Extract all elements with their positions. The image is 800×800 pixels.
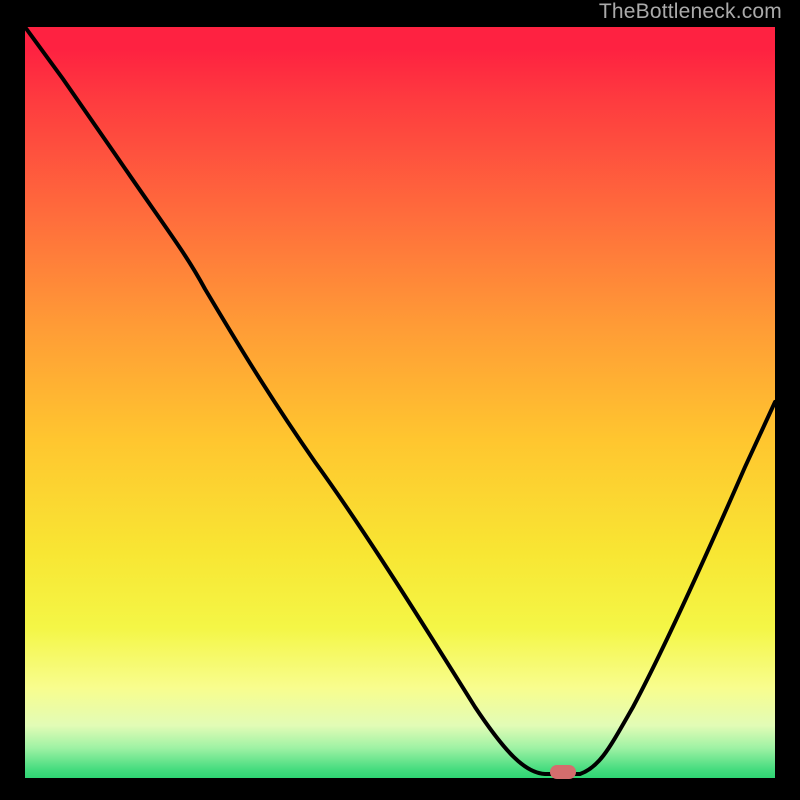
- optimum-marker: [550, 765, 576, 779]
- watermark-text: TheBottleneck.com: [599, 0, 782, 24]
- gradient-plot-area: [25, 27, 775, 778]
- chart-stage: TheBottleneck.com: [0, 0, 800, 800]
